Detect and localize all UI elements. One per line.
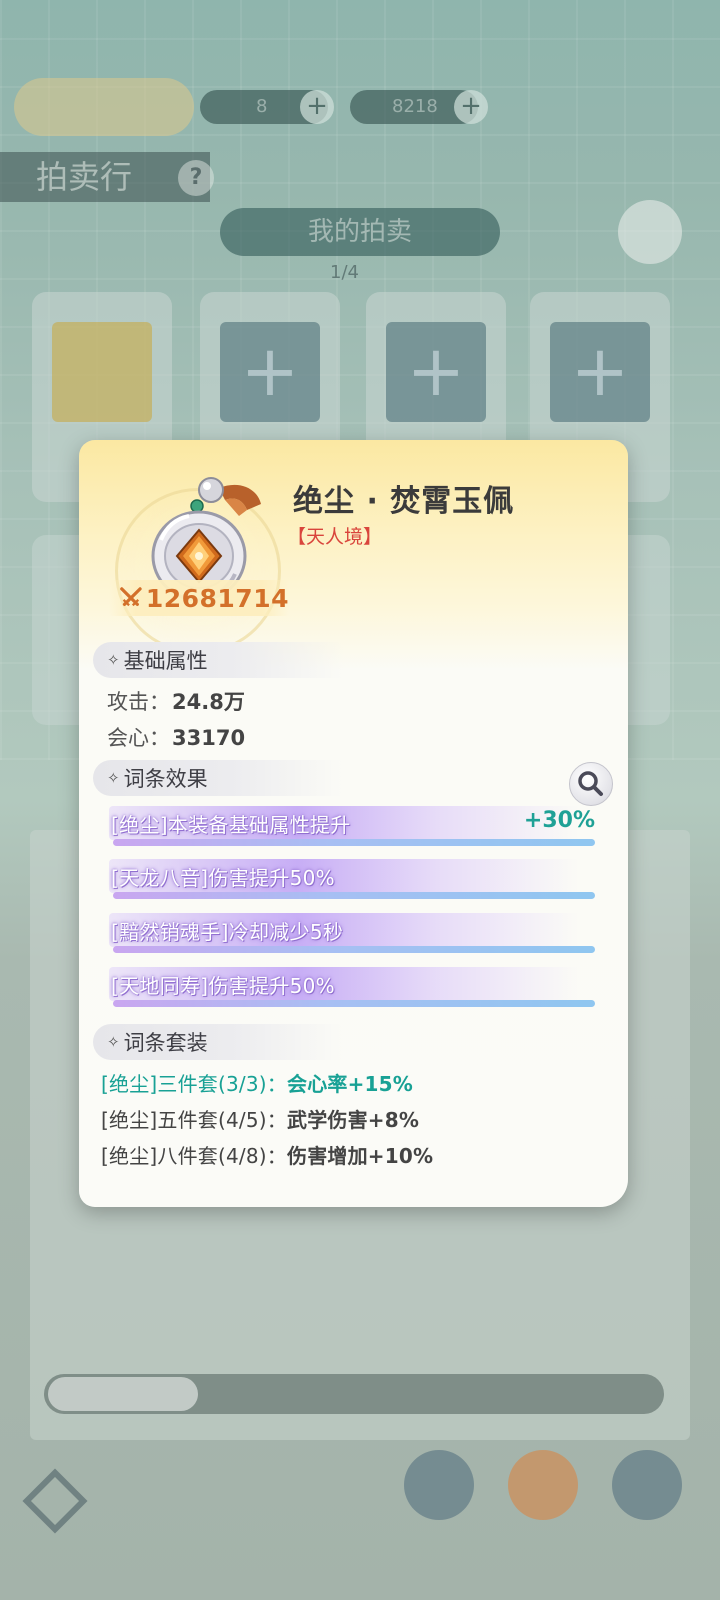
- filter-tab-active[interactable]: [48, 1377, 198, 1411]
- resource-2-value: 8218: [392, 96, 438, 117]
- nav-icon[interactable]: [404, 1450, 474, 1520]
- resource-1-value: 8: [256, 96, 268, 117]
- nav-icon-active[interactable]: [508, 1450, 578, 1520]
- player-avatar-frame[interactable]: [14, 78, 194, 136]
- set-label: [绝尘]八件套(4/8)：: [101, 1144, 287, 1168]
- search-button[interactable]: [569, 762, 613, 806]
- filter-tabs[interactable]: [44, 1374, 664, 1414]
- section-title: 基础属性: [123, 649, 208, 673]
- resource-1-add-button[interactable]: +: [300, 90, 334, 124]
- set-label: [绝尘]三件套(3/3)：: [101, 1072, 287, 1096]
- effect-row: [天地同寿]伤害提升50%: [109, 967, 595, 1007]
- set-bonus-line: [绝尘]八件套(4/8)：伤害增加+10%: [101, 1140, 433, 1169]
- magnifier-icon: [578, 771, 603, 796]
- section-header-sets: ✧ 词条套装: [93, 1024, 343, 1060]
- set-bonus-line: [绝尘]三件套(3/3)：会心率+15%: [101, 1068, 413, 1097]
- item-name: 绝尘 · 焚霄玉佩: [293, 484, 515, 519]
- set-label: [绝尘]五件套(4/5)：: [101, 1108, 287, 1132]
- stat-crit: 会心：33170: [107, 722, 245, 752]
- set-bonus: 会心率+15%: [287, 1072, 414, 1096]
- effect-bar: [113, 892, 595, 899]
- stat-value: 33170: [172, 726, 246, 750]
- stat-attack: 攻击：24.8万: [107, 686, 245, 716]
- pendant-thumbnail: [52, 322, 152, 422]
- effect-text: [黯然销魂手]冷却减少5秒: [111, 920, 344, 944]
- effect-text: [天龙八音]伤害提升50%: [111, 866, 335, 890]
- stat-key: 攻击：: [107, 690, 170, 714]
- tab-my-auction[interactable]: 我的拍卖: [220, 208, 500, 256]
- power-value: 12681714: [145, 583, 289, 613]
- add-slot-icon: +: [550, 322, 650, 422]
- effect-row: [绝尘]本装备基础属性提升 +30%: [109, 806, 595, 846]
- effect-text: [绝尘]本装备基础属性提升: [111, 813, 351, 837]
- four-point-star-icon: ✧: [107, 1033, 120, 1051]
- section-title: 词条效果: [123, 767, 208, 791]
- effect-text: [天地同寿]伤害提升50%: [111, 974, 335, 998]
- effect-bar: [113, 1000, 595, 1007]
- item-rank: 【天人境】: [287, 526, 383, 548]
- nav-icon[interactable]: [612, 1450, 682, 1520]
- set-bonus: 伤害增加+10%: [287, 1144, 434, 1168]
- item-detail-popup: 12681714 绝尘 · 焚霄玉佩 【天人境】 ✧ 基础属性 攻击：24.8万…: [79, 440, 628, 1207]
- power-badge: 12681714: [109, 580, 289, 616]
- add-slot-icon: +: [220, 322, 320, 422]
- set-bonus-line: [绝尘]五件套(4/5)：武学伤害+8%: [101, 1104, 419, 1133]
- stat-value: 24.8万: [172, 690, 245, 714]
- effect-row: [黯然销魂手]冷却减少5秒: [109, 913, 595, 953]
- add-slot-icon: +: [386, 322, 486, 422]
- crossed-swords-icon: [120, 587, 142, 607]
- effect-row: [天龙八音]伤害提升50%: [109, 859, 595, 899]
- record-button[interactable]: [618, 200, 682, 264]
- effect-bar: [113, 839, 595, 846]
- help-icon[interactable]: ?: [178, 160, 214, 196]
- four-point-star-icon: ✧: [107, 769, 120, 787]
- section-header-base: ✧ 基础属性: [93, 642, 343, 678]
- effect-bar: [113, 946, 595, 953]
- page-indicator: 1/4: [330, 262, 359, 283]
- effect-bonus: +30%: [523, 808, 595, 833]
- four-point-star-icon: ✧: [107, 651, 120, 669]
- section-header-effects: ✧ 词条效果: [93, 760, 343, 796]
- stat-key: 会心：: [107, 726, 170, 750]
- resource-2-add-button[interactable]: +: [454, 90, 488, 124]
- section-title: 词条套装: [123, 1031, 208, 1055]
- set-bonus: 武学伤害+8%: [287, 1108, 420, 1132]
